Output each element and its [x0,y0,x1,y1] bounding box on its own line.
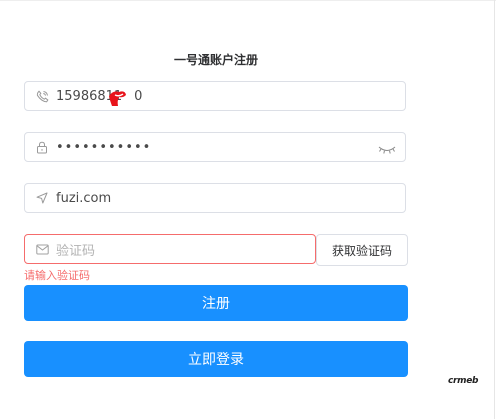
red-annotation-mark [109,91,126,106]
right-divider [494,0,495,419]
brand-logo: crmeb [448,376,479,386]
password-masked-value: ••••••••••• [56,139,152,155]
location-arrow-icon [35,191,49,205]
domain-field[interactable]: fuzi.com [24,183,406,213]
code-error-message: 请输入验证码 [24,269,90,282]
mail-icon [35,242,49,256]
domain-value: fuzi.com [56,190,112,206]
password-field[interactable]: ••••••••••• [24,132,406,162]
get-code-button[interactable]: 获取验证码 [316,234,408,266]
register-button[interactable]: 注册 [24,285,408,321]
eye-closed-icon[interactable] [378,141,396,160]
phone-value: 15986811 0 [56,88,143,104]
phone-field[interactable]: 15986811 0 [24,81,406,111]
page-title: 一号通账户注册 [173,53,258,67]
top-divider [0,0,496,1]
verification-code-placeholder: 验证码 [56,243,96,259]
phone-icon [35,89,49,103]
verification-code-field[interactable]: 验证码 [24,234,316,264]
lock-icon [35,140,49,154]
login-button[interactable]: 立即登录 [24,341,408,377]
